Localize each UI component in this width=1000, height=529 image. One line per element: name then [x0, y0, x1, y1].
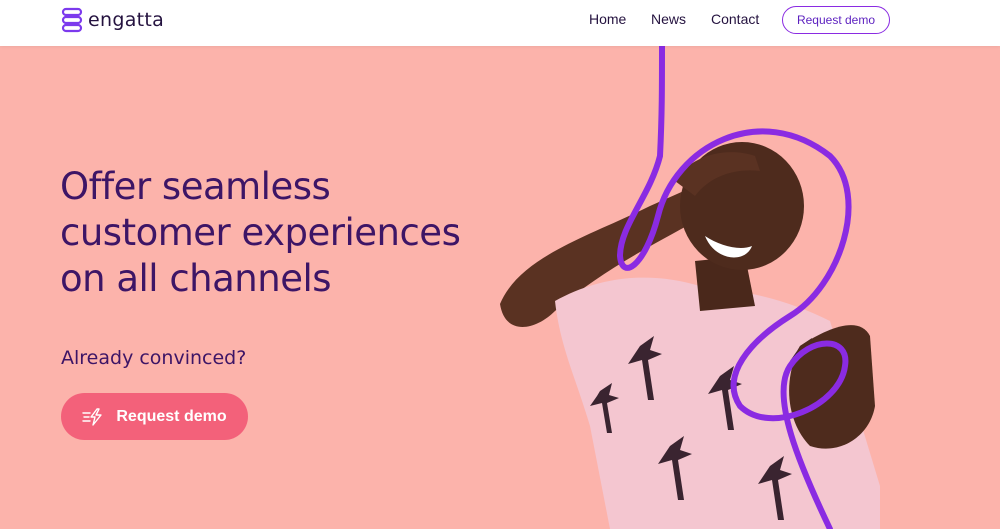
- hero-photo: [500, 46, 880, 529]
- nav-news[interactable]: News: [651, 9, 686, 29]
- brand-name: engatta: [88, 9, 165, 31]
- engatta-logo-icon: [61, 7, 83, 33]
- site-header: engatta Home News Contact Request demo: [0, 0, 1000, 46]
- hero-title-line: Offer seamless: [60, 165, 331, 208]
- brand-logo[interactable]: engatta: [61, 7, 164, 33]
- nav-home[interactable]: Home: [589, 9, 626, 29]
- hero-title-line: customer experiences: [60, 211, 461, 254]
- cta-label: Request demo: [116, 407, 227, 425]
- hero-subtitle: Already convinced?: [61, 347, 247, 369]
- hero-request-demo-button[interactable]: Request demo: [61, 393, 248, 440]
- lightning-icon: [82, 407, 103, 426]
- header-request-demo-button[interactable]: Request demo: [782, 6, 890, 34]
- nav-contact[interactable]: Contact: [711, 9, 759, 29]
- hero-title: Offer seamless customer experiences on a…: [60, 164, 480, 302]
- hero-title-line: on all channels: [60, 257, 332, 300]
